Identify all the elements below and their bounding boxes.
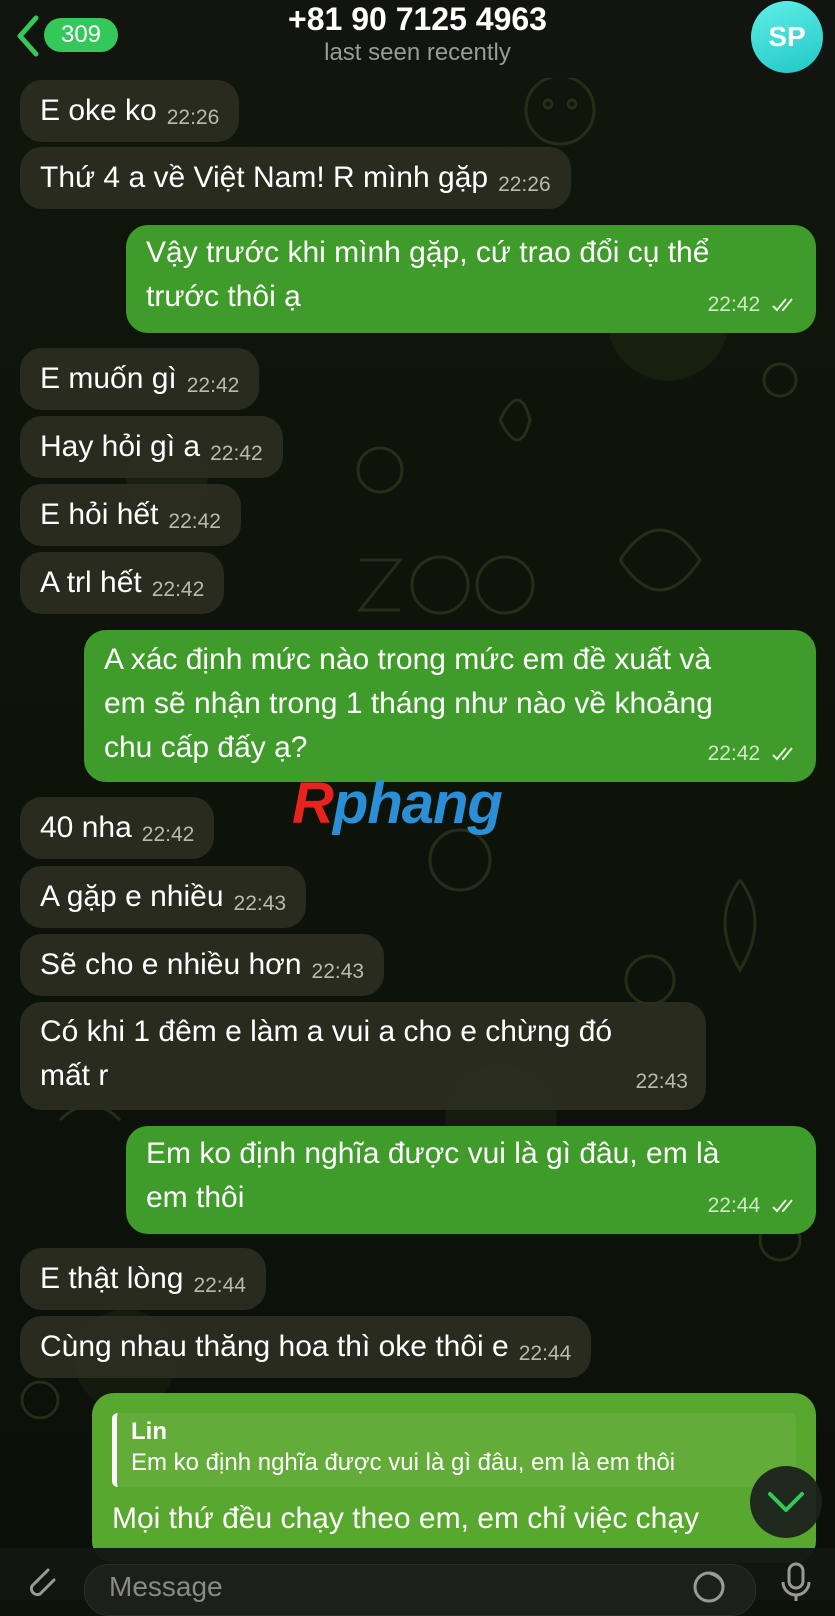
message-line: Em ko định nghĩa được vui là gì đâu, em …	[146, 1137, 720, 1170]
double-check-icon	[772, 298, 793, 312]
message-line: chu cấp đấy ạ?	[104, 731, 308, 764]
message-text: Cùng nhau thăng hoa thì oke thôi e	[40, 1330, 509, 1363]
message-input-bar: Message	[0, 1548, 835, 1616]
message-line: A xác định mức nào trong mức em đề xuất …	[104, 643, 712, 676]
message-text: 40 nha	[40, 811, 132, 844]
message-incoming[interactable]: A trl hết 22:42	[20, 552, 225, 614]
message-line: mất r	[40, 1059, 109, 1092]
message-incoming[interactable]: E muốn gì 22:42	[20, 348, 260, 410]
message-incoming[interactable]: E thật lòng 22:44	[20, 1248, 266, 1310]
message-incoming[interactable]: A gặp e nhiều 22:43	[20, 866, 307, 928]
message-time: 22:42	[141, 823, 195, 846]
chat-status: last seen recently	[324, 39, 511, 66]
message-text: Mọi thứ đều chạy theo em, em chỉ việc ch…	[112, 1502, 700, 1535]
message-time: 22:44	[193, 1274, 246, 1297]
message-text: E thật lòng	[40, 1262, 184, 1295]
reply-quote[interactable]: Lin Em ko định nghĩa được vui là gì đâu,…	[112, 1413, 796, 1487]
message-outgoing[interactable]: Vậy trước khi mình gặp, cứ trao đổi cụ t…	[126, 225, 816, 333]
message-line: em thôi	[146, 1181, 245, 1214]
message-text: E muốn gì	[40, 362, 177, 395]
message-incoming[interactable]: Có khi 1 đêm e làm a vui a cho e chừng đ…	[20, 1002, 706, 1110]
message-text: Sẽ cho e nhiều hơn	[40, 948, 302, 981]
watermark-logo: Rphang	[292, 771, 503, 836]
message-line: Có khi 1 đêm e làm a vui a cho e chừng đ…	[40, 1015, 613, 1048]
message-incoming[interactable]: Cùng nhau thăng hoa thì oke thôi e 22:44	[20, 1316, 592, 1378]
message-time: 22:42	[210, 442, 263, 465]
message-text: E oke ko	[40, 94, 157, 127]
message-incoming[interactable]: Thứ 4 a về Việt Nam! R mình gặp 22:26	[20, 147, 571, 209]
message-time: 22:26	[498, 173, 551, 196]
scroll-to-bottom-button[interactable]	[750, 1466, 822, 1538]
message-time: 22:44	[518, 1342, 572, 1365]
message-line: Vậy trước khi mình gặp, cứ trao đổi cụ t…	[146, 236, 710, 269]
microphone-icon	[781, 1562, 811, 1601]
message-input[interactable]: Message	[84, 1564, 756, 1616]
message-outgoing-reply[interactable]: Lin Em ko định nghĩa được vui là gì đâu,…	[92, 1393, 816, 1563]
message-text: A trl hết	[40, 566, 142, 599]
message-time: 22:42	[186, 374, 240, 397]
paperclip-icon	[29, 1568, 56, 1597]
message-time: 22:42	[168, 510, 221, 533]
attach-button[interactable]	[18, 1558, 62, 1602]
message-incoming[interactable]: E oke ko 22:26	[20, 80, 240, 142]
avatar[interactable]: SP	[751, 1, 823, 73]
chat-header: 309 +81 90 7125 4963 last seen recently …	[0, 0, 835, 78]
message-line: trước thôi ạ	[146, 280, 301, 313]
message-incoming[interactable]: E hỏi hết 22:42	[20, 484, 241, 546]
message-time: 22:43	[233, 892, 287, 915]
message-meta: 22:43	[635, 1060, 688, 1104]
message-meta: 22:42	[708, 732, 798, 776]
quote-author: Lin	[131, 1418, 167, 1445]
double-check-icon	[772, 1199, 793, 1213]
message-incoming[interactable]: Sẽ cho e nhiều hơn 22:43	[20, 934, 385, 996]
message-time: 22:26	[166, 106, 220, 129]
message-text: Hay hỏi gì a	[40, 430, 201, 463]
quote-text: Em ko định nghĩa được vui là gì đâu, em …	[131, 1449, 676, 1476]
message-text: A gặp e nhiều	[40, 880, 224, 913]
message-time: 22:43	[635, 1070, 688, 1093]
chat-title[interactable]: +81 90 7125 4963	[0, 0, 835, 38]
message-outgoing[interactable]: A xác định mức nào trong mức em đề xuất …	[84, 630, 816, 782]
microphone-button[interactable]	[776, 1562, 816, 1602]
message-time: 22:44	[707, 1194, 761, 1217]
message-time: 22:42	[707, 293, 761, 316]
message-meta: 22:42	[708, 283, 798, 327]
message-meta: 22:44	[708, 1184, 798, 1228]
chevron-down-icon	[768, 1492, 804, 1512]
message-incoming[interactable]: Hay hỏi gì a 22:42	[20, 416, 283, 478]
message-text: Thứ 4 a về Việt Nam! R mình gặp	[40, 161, 489, 194]
message-text: E hỏi hết	[40, 498, 159, 531]
message-placeholder: Message	[109, 1571, 223, 1602]
message-line: em sẽ nhận trong 1 tháng như nào về khoả…	[104, 687, 713, 720]
message-incoming[interactable]: 40 nha 22:42	[20, 797, 215, 859]
message-outgoing[interactable]: Em ko định nghĩa được vui là gì đâu, em …	[126, 1126, 816, 1234]
double-check-icon	[772, 747, 793, 761]
message-time: 22:42	[707, 742, 761, 765]
message-time: 22:43	[311, 960, 365, 983]
message-time: 22:42	[151, 578, 205, 601]
